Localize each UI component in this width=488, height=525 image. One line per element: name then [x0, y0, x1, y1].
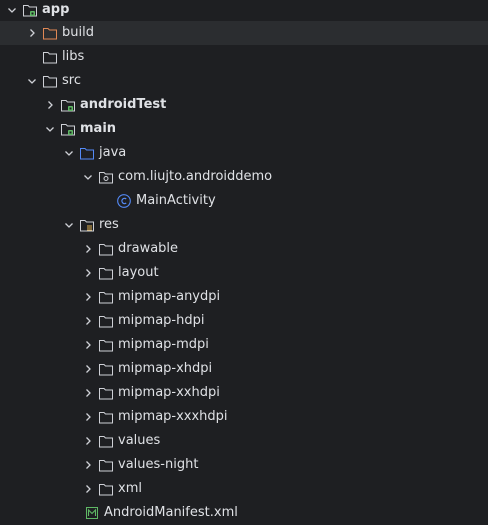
tree-node-label: mipmap-hdpi [118, 313, 205, 328]
tree-node-build[interactable]: build [0, 21, 488, 45]
tree-node-label: mipmap-anydpi [118, 289, 221, 304]
chevron-right-icon[interactable] [24, 25, 40, 41]
tree-node-label: drawable [118, 241, 179, 256]
chevron-right-icon[interactable] [80, 409, 96, 425]
tree-node-mainactivity[interactable]: MainActivity [0, 189, 488, 213]
tree-node-values[interactable]: values [0, 429, 488, 453]
tree-node-app[interactable]: app [0, 0, 488, 22]
chevron-right-icon[interactable] [80, 241, 96, 257]
folder-icon [98, 385, 114, 401]
tree-node-label: app [42, 2, 70, 17]
tree-node-mipmap-mdpi[interactable]: mipmap-mdpi [0, 333, 488, 357]
folder-icon [42, 49, 58, 65]
tree-node-label: androidTest [80, 97, 167, 112]
tree-node-label: mipmap-xxxhdpi [118, 409, 228, 424]
chevron-right-icon[interactable] [80, 481, 96, 497]
tree-node-mipmap-xxxhdpi[interactable]: mipmap-xxxhdpi [0, 405, 488, 429]
chevron-right-icon[interactable] [80, 385, 96, 401]
chevron-right-icon[interactable] [80, 337, 96, 353]
tree-node-libs[interactable]: libs [0, 45, 488, 69]
chevron-down-icon[interactable] [80, 169, 96, 185]
chevron-down-icon[interactable] [4, 2, 20, 18]
chevron-right-icon[interactable] [80, 457, 96, 473]
tree-node-src[interactable]: src [0, 69, 488, 93]
folder-icon [98, 265, 114, 281]
tree-node-androidmanifest[interactable]: AndroidManifest.xml [0, 501, 488, 525]
tree-node-mipmap-xhdpi[interactable]: mipmap-xhdpi [0, 357, 488, 381]
tree-node-label: mipmap-mdpi [118, 337, 209, 352]
chevron-right-icon[interactable] [80, 433, 96, 449]
tree-node-mipmap-hdpi[interactable]: mipmap-hdpi [0, 309, 488, 333]
chevron-down-icon[interactable] [24, 73, 40, 89]
chevron-down-icon[interactable] [61, 145, 77, 161]
chevron-right-icon[interactable] [80, 289, 96, 305]
chevron-right-icon[interactable] [80, 265, 96, 281]
manifest-file-icon [84, 505, 100, 521]
tree-node-label: libs [62, 49, 85, 64]
folder-icon [98, 409, 114, 425]
tree-node-label: mipmap-xxhdpi [118, 385, 220, 400]
excluded-folder-icon [42, 25, 58, 41]
tree-node-xml[interactable]: xml [0, 477, 488, 501]
tree-node-label: values-night [118, 457, 199, 472]
source-folder-icon [79, 145, 95, 161]
folder-icon [98, 361, 114, 377]
folder-icon [98, 289, 114, 305]
chevron-right-icon[interactable] [80, 313, 96, 329]
module-folder-icon [60, 121, 76, 137]
tree-node-layout[interactable]: layout [0, 261, 488, 285]
folder-icon [98, 433, 114, 449]
chevron-down-icon[interactable] [61, 217, 77, 233]
tree-node-mipmap-anydpi[interactable]: mipmap-anydpi [0, 285, 488, 309]
tree-node-label: res [99, 217, 119, 232]
resource-folder-icon [79, 217, 95, 233]
folder-icon [98, 481, 114, 497]
tree-node-drawable[interactable]: drawable [0, 237, 488, 261]
tree-node-label: build [62, 25, 94, 40]
folder-icon [98, 241, 114, 257]
module-folder-icon [60, 97, 76, 113]
module-folder-icon [22, 2, 38, 18]
tree-node-values-night[interactable]: values-night [0, 453, 488, 477]
tree-node-mipmap-xxhdpi[interactable]: mipmap-xxhdpi [0, 381, 488, 405]
folder-icon [98, 337, 114, 353]
folder-icon [98, 313, 114, 329]
project-tree: app build libs src androidTest main java… [0, 0, 488, 525]
chevron-right-icon[interactable] [42, 97, 58, 113]
tree-node-main[interactable]: main [0, 117, 488, 141]
tree-node-res[interactable]: res [0, 213, 488, 237]
tree-node-label: src [62, 73, 81, 88]
chevron-down-icon[interactable] [42, 121, 58, 137]
tree-node-label: layout [118, 265, 159, 280]
tree-node-label: com.liujto.androiddemo [118, 169, 273, 184]
tree-node-package[interactable]: com.liujto.androiddemo [0, 165, 488, 189]
class-icon [116, 193, 132, 209]
tree-node-androidtest[interactable]: androidTest [0, 93, 488, 117]
chevron-right-icon[interactable] [80, 361, 96, 377]
package-icon [98, 169, 114, 185]
folder-icon [98, 457, 114, 473]
tree-node-label: values [118, 433, 161, 448]
tree-node-label: AndroidManifest.xml [104, 505, 238, 520]
folder-icon [42, 73, 58, 89]
tree-node-label: mipmap-xhdpi [118, 361, 213, 376]
tree-node-label: main [80, 121, 117, 136]
tree-node-label: MainActivity [136, 193, 216, 208]
tree-node-label: xml [118, 481, 142, 496]
tree-node-label: java [99, 145, 127, 160]
tree-node-java[interactable]: java [0, 141, 488, 165]
